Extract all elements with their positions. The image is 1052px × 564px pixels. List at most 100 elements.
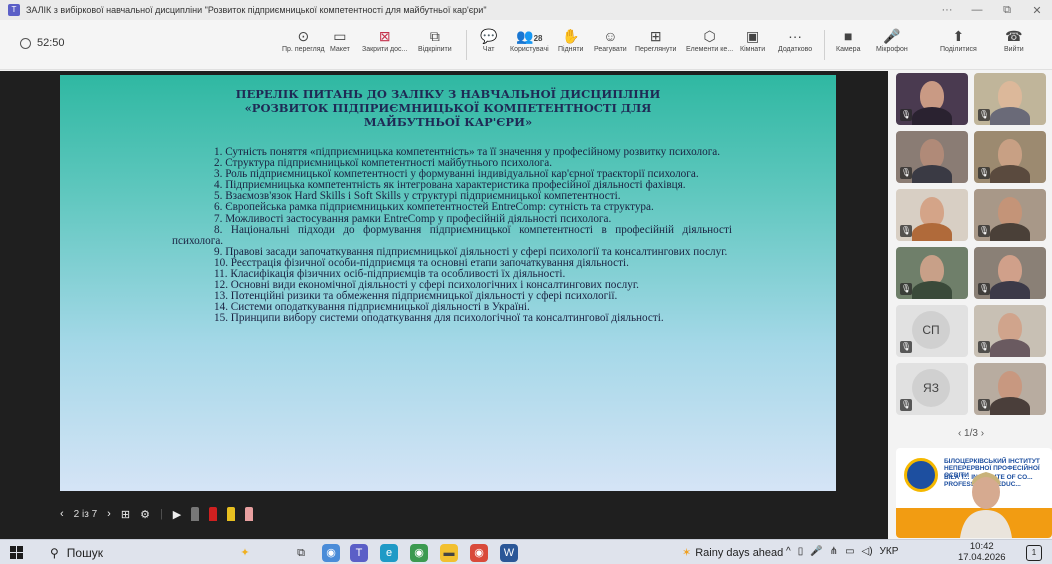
participant-tile[interactable]: 🎙 (974, 363, 1046, 415)
raise-hand-icon: ✋ (562, 28, 580, 44)
preview-icon: ⊙ (297, 28, 310, 44)
volume-icon[interactable]: ◁) (862, 546, 873, 557)
notification-center-icon[interactable]: 1 (1026, 545, 1042, 561)
highlighter-icon[interactable] (227, 507, 236, 521)
participant-body (912, 223, 952, 241)
mic-muted-icon: 🎙 (900, 399, 912, 411)
preview-button[interactable]: ⊙ Пр. перегляд (282, 26, 325, 53)
presenter-tile[interactable]: БІЛОЦЕРКІВСЬКИЙ ІНСТИТУТ НЕПЕРЕРВНОЇ ПРО… (896, 448, 1052, 538)
red-pen-icon[interactable] (209, 507, 218, 521)
participant-tile[interactable]: 🎙 (974, 305, 1046, 357)
clock-date: 17.04.2026 (958, 552, 1006, 563)
participant-tile[interactable]: 🎙 (896, 247, 968, 299)
participant-body (990, 223, 1030, 241)
question-item: 7. Можливості застосування рамки EntreCo… (214, 212, 612, 225)
battery-icon[interactable]: ▯ (798, 546, 804, 557)
language-indicator[interactable]: УКР (880, 546, 899, 557)
pen-icon[interactable] (191, 507, 200, 521)
participant-tile[interactable]: 🎙 (974, 131, 1046, 183)
mic-muted-icon: 🎙 (978, 225, 990, 237)
pager-next-button[interactable]: › (978, 428, 984, 439)
mic-tray-icon[interactable]: 🎤 (810, 546, 822, 557)
eraser-icon[interactable] (245, 507, 254, 521)
participants-panel: 🎙 🎙 🎙 🎙 🎙 🎙 🎙 🎙 СП 🎙 🎙 ЯЗ 🎙 🎙 ‹ 1/3 › БІЛО… (890, 71, 1052, 539)
task-view-icon[interactable]: ⧉ (292, 544, 310, 562)
chrome-icon[interactable]: ◉ (410, 544, 428, 562)
participant-tile[interactable]: СП 🎙 (896, 305, 968, 357)
layout-button[interactable]: ▭ Макет (330, 26, 350, 53)
participant-tile[interactable]: 🎙 (896, 189, 968, 241)
restore-button[interactable]: ⧉ (992, 4, 1022, 17)
meeting-toolbar: 52:50 ⊙ Пр. перегляд ▭ Макет ⊠ Закрити дос.… (0, 20, 1052, 70)
shared-content-stage: ПЕРЕЛІК ПИТАНЬ ДО ЗАЛІКУ З НАВЧАЛЬНОЇ ДИ… (0, 71, 888, 539)
minimize-button[interactable]: — (962, 4, 992, 16)
weather-widget[interactable]: ✶ Rainy days ahead (682, 546, 783, 560)
chevron-up-icon[interactable]: ^ (786, 546, 791, 557)
presentation-slide: ПЕРЕЛІК ПИТАНЬ ДО ЗАЛІКУ З НАВЧАЛЬНОЇ ДИ… (60, 75, 836, 491)
taskbar-search[interactable]: ⚲ Пошук (50, 543, 230, 562)
react-label: Реагувати (594, 46, 627, 53)
pop-out-icon: ⧉ (429, 28, 440, 44)
raise-hand-button[interactable]: ✋ Підняти (558, 26, 583, 53)
settings-icon[interactable]: ⚙ (140, 508, 150, 521)
mic-button[interactable]: 🎤 Мікрофон (876, 26, 908, 53)
timer-value: 52:50 (37, 37, 65, 49)
participant-tile[interactable]: 🎙 (896, 131, 968, 183)
participant-body (912, 281, 952, 299)
apps-button[interactable]: ⬡ Елементи ке... (686, 26, 733, 53)
rooms-icon: ▣ (745, 28, 760, 44)
participant-body (990, 281, 1030, 299)
leave-button[interactable]: ☎ Вийти (1004, 26, 1024, 53)
wifi-icon[interactable]: ⋔ (830, 546, 838, 557)
pager-label: 1/3 (964, 428, 978, 439)
participant-tile[interactable]: ЯЗ 🎙 (896, 363, 968, 415)
chrome-icon[interactable]: ◉ (322, 544, 340, 562)
mic-muted-icon: 🎙 (900, 167, 912, 179)
participant-tile[interactable]: 🎙 (974, 73, 1046, 125)
people-button[interactable]: 👥28 Користувачі (510, 26, 549, 53)
stop-sharing-button[interactable]: ⊠ Закрити дос... (362, 26, 407, 53)
mic-muted-icon: 🎙 (978, 167, 990, 179)
pop-out-button[interactable]: ⧉ Відкріпити (418, 26, 452, 53)
more-icon: ··· (788, 28, 803, 44)
chrome-icon[interactable]: ◉ (470, 544, 488, 562)
close-button[interactable]: ✕ (1022, 4, 1052, 17)
word-icon[interactable]: W (500, 544, 518, 562)
toolbar-divider (824, 30, 825, 60)
participant-tile[interactable]: 🎙 (974, 247, 1046, 299)
share-button[interactable]: ⬆ Поділитися (940, 26, 977, 53)
participant-body (912, 107, 952, 125)
grid-view-icon[interactable]: ⊞ (121, 508, 130, 521)
next-slide-button[interactable]: › (107, 508, 111, 520)
copilot-icon[interactable]: ✦ (236, 544, 254, 562)
chat-button[interactable]: 💬 Чат (480, 26, 497, 53)
prev-slide-button[interactable]: ‹ (60, 508, 64, 520)
teams-icon[interactable]: T (350, 544, 368, 562)
more-options-button[interactable]: ··· (932, 4, 962, 16)
more-button[interactable]: ··· Додатково (778, 26, 812, 53)
layout-icon: ▭ (333, 28, 347, 44)
pointer-icon[interactable]: ▶ (173, 508, 181, 521)
clock[interactable]: 10:42 17.04.2026 (958, 541, 1006, 563)
camera-button[interactable]: ■ Камера (836, 26, 860, 53)
mic-muted-icon: 🎙 (978, 399, 990, 411)
participant-tile[interactable]: 🎙 (896, 73, 968, 125)
start-button[interactable] (10, 546, 23, 559)
view-label: Переглянути (635, 46, 677, 53)
presenter-video (960, 472, 1012, 538)
slide-counter: 2 із 7 (73, 508, 98, 520)
edge-icon[interactable]: e (380, 544, 398, 562)
chat-icon: 💬 (480, 28, 498, 44)
rooms-button[interactable]: ▣ Кімнати (740, 26, 765, 53)
view-button[interactable]: ⊞ Переглянути (635, 26, 676, 53)
file-explorer-icon[interactable]: ▬ (440, 544, 458, 562)
react-button[interactable]: ☺ Реагувати (594, 26, 627, 53)
slide-title-line: «РОЗВИТОК ПІДПРИЄМНИЦЬКОЇ КОМПЕТЕНТНОСТІ… (244, 101, 652, 115)
network-icon[interactable]: ▭ (845, 546, 854, 557)
toolbar-divider (466, 30, 467, 60)
participant-body (990, 165, 1030, 183)
participant-tile[interactable]: 🎙 (974, 189, 1046, 241)
raise-hand-label: Підняти (558, 46, 584, 53)
title-bar: T ЗАЛІК з вибіркової навчальної дисциплі… (0, 0, 1052, 20)
meeting-timer: 52:50 (20, 37, 65, 49)
